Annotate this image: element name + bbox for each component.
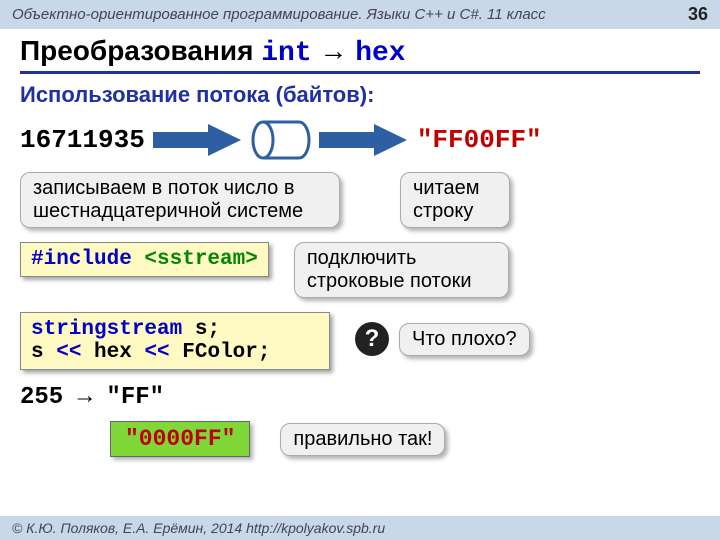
callouts-row-1: записываем в поток число в шестнадцатери… <box>20 172 700 228</box>
output-hex: "FF00FF" <box>417 125 542 155</box>
include-row: #include <sstream> подключить строковые … <box>20 242 700 298</box>
page-number: 36 <box>688 4 708 25</box>
code-stream: stringstream s; s << hex << FColor; <box>20 312 330 370</box>
title-text: Преобразования <box>20 35 261 66</box>
op-ltlt: << <box>56 341 81 364</box>
code-text: s; <box>182 318 220 341</box>
slide-title: Преобразования int → hex <box>20 35 700 69</box>
correct-row: "0000FF" правильно так! <box>20 421 700 457</box>
content-area: Использование потока (байтов): 16711935 … <box>20 82 700 502</box>
question-mark-icon: ? <box>355 322 389 356</box>
code-text: FColor; <box>170 341 271 364</box>
header-bar: Объектно-ориентированное программировани… <box>0 0 720 29</box>
footer: © К.Ю. Поляков, Е.А. Ерёмин, 2014 http:/… <box>0 516 720 540</box>
course-title: Объектно-ориентированное программировани… <box>12 6 546 23</box>
callout-question: Что плохо? <box>399 323 530 356</box>
hdr-sstream: <sstream> <box>144 248 257 271</box>
title-rule <box>20 71 700 74</box>
arrow-right-icon <box>153 122 243 158</box>
bad-result: 255 → "FF" <box>20 384 700 411</box>
callout-connect: подключить строковые потоки <box>294 242 509 298</box>
flow-row: 16711935 "FF00FF" <box>20 118 700 162</box>
arrow-right-icon <box>319 122 409 158</box>
code-text: hex <box>81 341 144 364</box>
callout-write: записываем в поток число в шестнадцатери… <box>20 172 340 228</box>
question-row: ? Что плохо? <box>355 322 530 356</box>
subtitle: Использование потока (байтов): <box>20 82 700 108</box>
kw-include: #include <box>31 248 144 271</box>
kw-stringstream: stringstream <box>31 318 182 341</box>
kw-int: int <box>261 38 311 69</box>
stream-row: stringstream s; s << hex << FColor; ? Чт… <box>20 312 700 370</box>
good-result: "0000FF" <box>110 421 250 457</box>
callout-correct: правильно так! <box>280 423 445 456</box>
code-include: #include <sstream> <box>20 242 269 277</box>
kw-hex: hex <box>355 38 405 69</box>
callout-read: читаем строку <box>400 172 510 228</box>
input-number: 16711935 <box>20 125 145 155</box>
cylinder-icon <box>251 118 311 162</box>
code-text: s <box>31 341 56 364</box>
op-ltlt: << <box>144 341 169 364</box>
title-arrow: → <box>312 35 356 66</box>
